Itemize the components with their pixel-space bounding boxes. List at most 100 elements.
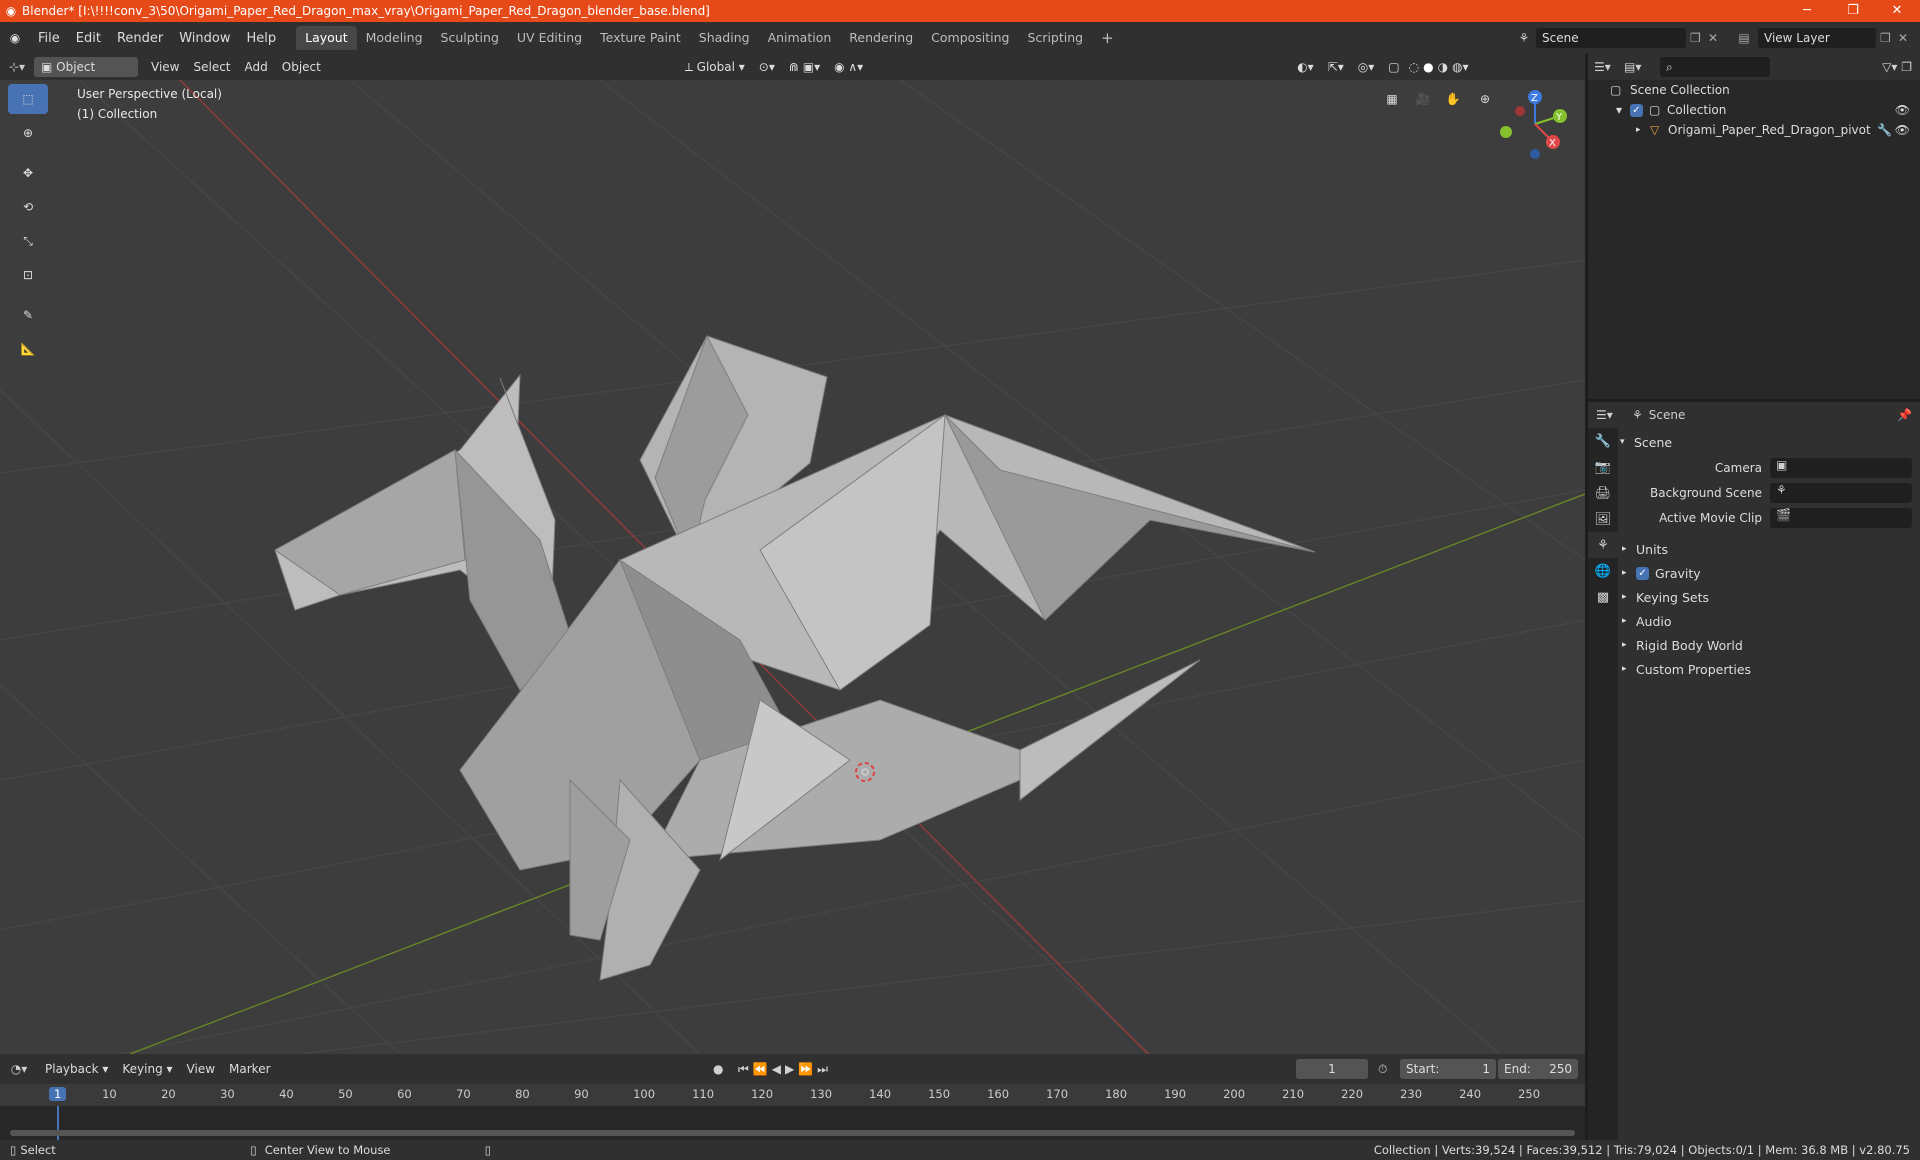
menu-view[interactable]: View	[144, 57, 186, 77]
view-layer-field[interactable]: View Layer	[1758, 28, 1876, 48]
minimize-icon[interactable]: ─	[1784, 0, 1830, 22]
tab-shading[interactable]: Shading	[690, 26, 759, 50]
new-view-layer-icon[interactable]: ❐	[1880, 31, 1898, 45]
rendered-shading-icon[interactable]: ◍▾	[1450, 57, 1471, 77]
record-icon[interactable]: ●	[713, 1062, 723, 1076]
add-workspace-icon[interactable]: +	[1092, 26, 1123, 50]
toggle-grid-icon[interactable]: ▦	[1379, 86, 1405, 112]
menu-edit[interactable]: Edit	[68, 31, 109, 46]
tab-compositing[interactable]: Compositing	[922, 26, 1018, 50]
scene-collection-row[interactable]: ▢ Scene Collection	[1588, 80, 1920, 100]
rotate-icon[interactable]: ⟲	[8, 192, 48, 222]
measure-icon[interactable]: 📐	[8, 334, 48, 364]
collection-checkbox[interactable]: ✓	[1630, 103, 1643, 117]
background-scene-field[interactable]: ⚘	[1770, 483, 1912, 503]
keying-sets-section[interactable]: ▸ Keying Sets	[1622, 586, 1709, 608]
collection-row[interactable]: ▾ ✓ ▢ Collection 👁	[1588, 100, 1920, 120]
tab-sculpting[interactable]: Sculpting	[432, 26, 508, 50]
camera-field[interactable]: ▣	[1770, 458, 1912, 478]
close-icon[interactable]: ✕	[1874, 0, 1920, 22]
units-section[interactable]: ▸ Units	[1622, 538, 1668, 560]
gravity-section[interactable]: ▸ ✓ Gravity	[1622, 562, 1701, 584]
new-scene-icon[interactable]: ❐	[1690, 31, 1708, 45]
end-frame-field[interactable]: End: 250	[1498, 1059, 1578, 1079]
playback-controls-icon[interactable]: ⏮⏪◀▶⏩⏭	[738, 1062, 832, 1077]
collection-visibility-icon[interactable]: 👁	[1895, 103, 1910, 117]
mode-dropdown[interactable]: ▣ Object Mode ▾	[34, 57, 138, 94]
tab-animation[interactable]: Animation	[759, 26, 841, 50]
pivot-point-icon[interactable]: ⊙▾	[752, 57, 782, 77]
timeline-ruler[interactable]: 1 10 20 30 40 50 60 70 80 90 100 110 120 130 140 150 160…	[0, 1084, 1585, 1106]
timeline-view-menu[interactable]: View	[180, 1059, 222, 1079]
menu-add[interactable]: Add	[238, 57, 275, 77]
object-expand-icon[interactable]: ▸	[1636, 125, 1650, 135]
properties-editor-icon[interactable]: ☰▾	[1596, 408, 1613, 422]
menu-render[interactable]: Render	[109, 31, 171, 46]
object-visibility-icon[interactable]: 👁	[1895, 123, 1910, 137]
transform-orientation-dropdown[interactable]: ⟂ Global ▾	[678, 57, 752, 77]
preview-range-icon[interactable]: ⏱	[1378, 1062, 1387, 1077]
select-box-icon[interactable]: ⬚	[8, 84, 48, 114]
axis-gizmo[interactable]: Z Y X	[1490, 86, 1580, 166]
restore-icon[interactable]: ❐	[1830, 0, 1876, 22]
scene-panel-header[interactable]: ▾ Scene	[1620, 431, 1672, 453]
move-icon[interactable]: ✥	[8, 158, 48, 188]
menu-help[interactable]: Help	[239, 31, 285, 46]
world-tab-icon[interactable]: 🌐	[1588, 558, 1618, 584]
material-shading-icon[interactable]: ◑	[1436, 57, 1450, 77]
timeline-editor-icon[interactable]: ◔▾	[0, 1062, 38, 1076]
wireframe-shading-icon[interactable]: ◌	[1407, 57, 1421, 77]
scene-tab-icon[interactable]: ⚘	[1588, 532, 1618, 558]
pan-hand-icon[interactable]: ✋	[1440, 86, 1466, 112]
delete-view-layer-icon[interactable]: ✕	[1898, 31, 1920, 45]
custom-properties-section[interactable]: ▸ Custom Properties	[1622, 658, 1751, 680]
outliner-editor-icon[interactable]: ☰▾	[1594, 60, 1624, 74]
texture-tab-icon[interactable]: ▩	[1588, 584, 1618, 610]
overlay-toggle-icon[interactable]: ◎▾	[1351, 57, 1382, 77]
solid-shading-icon[interactable]: ●	[1421, 57, 1435, 77]
proportional-edit-icon[interactable]: ◉ ∧▾	[827, 57, 870, 77]
transform-icon[interactable]: ⊡	[8, 260, 48, 290]
active-movie-clip-field[interactable]: 🎬	[1770, 508, 1912, 528]
display-mode-icon[interactable]: ▤▾	[1624, 60, 1654, 74]
delete-scene-icon[interactable]: ✕	[1708, 31, 1730, 45]
outliner-search-input[interactable]: ⌕	[1660, 57, 1770, 77]
timeline-scrollbar[interactable]	[10, 1130, 1575, 1136]
snap-icon[interactable]: ⋒ ▣▾	[782, 57, 827, 77]
menu-window[interactable]: Window	[171, 31, 238, 46]
tool-tab-icon[interactable]: 🔧	[1588, 428, 1618, 454]
expand-arrow-icon[interactable]: ▾	[1616, 103, 1630, 117]
keying-menu[interactable]: Keying ▾	[115, 1059, 179, 1079]
tab-modeling[interactable]: Modeling	[357, 26, 432, 50]
gravity-checkbox[interactable]: ✓	[1636, 566, 1649, 580]
editor-type-icon[interactable]: ⊹▾	[0, 60, 34, 74]
tab-layout[interactable]: Layout	[296, 26, 357, 50]
tab-scripting[interactable]: Scripting	[1019, 26, 1093, 50]
object-row[interactable]: ▸ ▽ Origami_Paper_Red_Dragon_pivot 🔧 👁	[1588, 120, 1920, 140]
scene-field[interactable]: Scene	[1536, 28, 1686, 48]
tab-texture-paint[interactable]: Texture Paint	[591, 26, 690, 50]
3d-viewport[interactable]: User Perspective (Local) (1) Collection …	[0, 80, 1585, 1054]
scale-icon[interactable]: ⤡	[8, 226, 48, 256]
modifier-icon[interactable]: 🔧	[1877, 123, 1892, 137]
start-frame-field[interactable]: Start: 1	[1400, 1059, 1496, 1079]
gizmo-toggle-icon[interactable]: ⇱▾	[1321, 57, 1351, 77]
marker-menu[interactable]: Marker	[222, 1059, 277, 1079]
rigid-body-world-section[interactable]: ▸ Rigid Body World	[1622, 634, 1743, 656]
annotate-icon[interactable]: ✎	[8, 300, 48, 330]
pin-icon[interactable]: 📌	[1897, 408, 1912, 422]
filter-icon[interactable]: ▽▾ ❐	[1882, 60, 1912, 74]
tab-rendering[interactable]: Rendering	[840, 26, 922, 50]
timeline-keyframe-area[interactable]	[0, 1106, 1585, 1140]
camera-view-icon[interactable]: 🎥	[1410, 86, 1436, 112]
cursor-icon[interactable]: ⊕	[8, 118, 48, 148]
visibility-icon[interactable]: ◐▾	[1290, 57, 1321, 77]
menu-select[interactable]: Select	[186, 57, 237, 77]
playback-menu[interactable]: Playback ▾	[38, 1059, 115, 1079]
audio-section[interactable]: ▸ Audio	[1622, 610, 1672, 632]
tab-uv-editing[interactable]: UV Editing	[508, 26, 591, 50]
current-frame-field[interactable]: 1	[1296, 1059, 1368, 1079]
menu-object[interactable]: Object	[275, 57, 328, 77]
blender-menu-icon[interactable]: ◉	[0, 31, 30, 45]
xray-icon[interactable]: ▢	[1381, 57, 1406, 77]
